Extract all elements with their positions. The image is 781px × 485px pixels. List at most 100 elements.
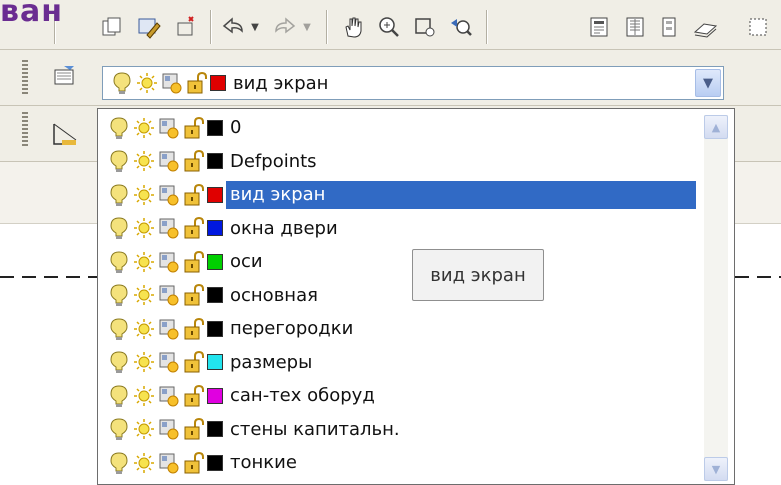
viewport-freeze-icon[interactable]: [158, 250, 180, 274]
bulb-icon[interactable]: [108, 451, 130, 475]
tool-palettes-icon[interactable]: [654, 12, 684, 42]
design-center-icon[interactable]: [620, 12, 650, 42]
bulb-icon[interactable]: [108, 283, 130, 307]
unlock-icon[interactable]: [183, 116, 205, 140]
viewport-freeze-icon[interactable]: [161, 71, 183, 95]
layer-name: размеры: [230, 351, 313, 373]
unlock-icon[interactable]: [186, 71, 208, 95]
bulb-icon[interactable]: [108, 149, 130, 173]
paste-icon[interactable]: [96, 12, 126, 42]
unlock-icon[interactable]: [183, 250, 205, 274]
unlock-icon[interactable]: [183, 183, 205, 207]
viewport-freeze-icon[interactable]: [158, 149, 180, 173]
layer-state-icons: [108, 350, 205, 374]
layer-properties-manager-icon[interactable]: [50, 62, 80, 92]
sun-icon[interactable]: [136, 71, 158, 95]
sun-icon[interactable]: [133, 183, 155, 207]
sun-icon[interactable]: [133, 417, 155, 441]
zoom-window-icon[interactable]: [410, 12, 440, 42]
undo-dropdown-icon[interactable]: ▼: [248, 12, 262, 42]
bulb-icon[interactable]: [111, 71, 133, 95]
sun-icon[interactable]: [133, 384, 155, 408]
layer-list-item[interactable]: перегородки: [108, 313, 696, 344]
sun-icon[interactable]: [133, 250, 155, 274]
bulb-icon[interactable]: [108, 384, 130, 408]
sun-icon[interactable]: [133, 451, 155, 475]
viewport-freeze-icon[interactable]: [158, 384, 180, 408]
layer-list-item[interactable]: сан-тех оборуд: [108, 380, 696, 411]
pan-hand-icon[interactable]: [338, 12, 368, 42]
layer-color-swatch[interactable]: [207, 253, 223, 270]
viewport-freeze-icon[interactable]: [158, 216, 180, 240]
unlock-icon[interactable]: [183, 451, 205, 475]
layer-list-item[interactable]: Defpoints: [108, 146, 696, 177]
viewport-freeze-icon[interactable]: [158, 283, 180, 307]
match-properties-icon[interactable]: [134, 12, 164, 42]
block-editor-icon[interactable]: [172, 12, 202, 42]
viewport-freeze-icon[interactable]: [158, 116, 180, 140]
zoom-previous-icon[interactable]: [446, 12, 476, 42]
unlock-icon[interactable]: [183, 384, 205, 408]
layer-state-icons: [108, 417, 205, 441]
plot-style-icon[interactable]: [50, 120, 80, 150]
redo-icon[interactable]: [270, 12, 300, 42]
layer-color-swatch[interactable]: [207, 153, 223, 169]
undo-icon[interactable]: [218, 12, 248, 42]
unlock-icon[interactable]: [183, 350, 205, 374]
viewport-freeze-icon[interactable]: [158, 183, 180, 207]
bulb-icon[interactable]: [108, 417, 130, 441]
sun-icon[interactable]: [133, 317, 155, 341]
layer-color-swatch[interactable]: [207, 220, 223, 236]
layer-color-swatch[interactable]: [207, 454, 223, 471]
layer-list-item[interactable]: 0: [108, 112, 696, 143]
layer-color-swatch[interactable]: [207, 354, 223, 370]
toolbar-grip[interactable]: [22, 112, 28, 148]
unlock-icon[interactable]: [183, 149, 205, 173]
layer-color-swatch[interactable]: [207, 387, 223, 404]
bulb-icon[interactable]: [108, 350, 130, 374]
layer-color-swatch[interactable]: [207, 287, 223, 303]
layer-list-item[interactable]: тонкие: [108, 447, 696, 478]
zoom-realtime-icon[interactable]: [374, 12, 404, 42]
redo-dropdown-icon[interactable]: ▼: [300, 12, 314, 42]
sun-icon[interactable]: [133, 283, 155, 307]
bulb-icon[interactable]: [108, 250, 130, 274]
unlock-icon[interactable]: [183, 216, 205, 240]
layer-color-swatch[interactable]: [207, 421, 223, 437]
layer-color-swatch[interactable]: [207, 119, 223, 136]
properties-icon[interactable]: [584, 12, 614, 42]
viewport-freeze-icon[interactable]: [158, 317, 180, 341]
bulb-icon[interactable]: [108, 216, 130, 240]
toolbar-separator: [486, 10, 488, 44]
scroll-up-icon[interactable]: ▲: [704, 115, 728, 139]
sun-icon[interactable]: [133, 149, 155, 173]
layer-list-item[interactable]: основная: [108, 280, 696, 311]
unlock-icon[interactable]: [183, 317, 205, 341]
bulb-icon[interactable]: [108, 317, 130, 341]
hidden-line-left: [0, 276, 97, 278]
unlock-icon[interactable]: [183, 417, 205, 441]
toolbar-grip[interactable]: [22, 60, 28, 96]
bulb-icon[interactable]: [108, 183, 130, 207]
sun-icon[interactable]: [133, 350, 155, 374]
scroll-down-icon[interactable]: ▼: [704, 457, 728, 481]
bulb-icon[interactable]: [108, 116, 130, 140]
sun-icon[interactable]: [133, 216, 155, 240]
chevron-down-icon[interactable]: ▼: [695, 69, 721, 97]
layer-list-item[interactable]: вид экран: [108, 179, 696, 210]
sheet-set-icon[interactable]: [690, 12, 720, 42]
viewport-freeze-icon[interactable]: [158, 350, 180, 374]
layer-list-item[interactable]: окна двери: [108, 213, 696, 244]
layer-list-item[interactable]: размеры: [108, 347, 696, 378]
scrollbar[interactable]: ▲ ▼: [704, 115, 728, 481]
markup-icon[interactable]: [742, 12, 772, 42]
sun-icon[interactable]: [133, 116, 155, 140]
layer-color-swatch[interactable]: [207, 186, 223, 203]
layer-list-item[interactable]: оси: [108, 246, 696, 277]
viewport-freeze-icon[interactable]: [158, 417, 180, 441]
layer-combo[interactable]: вид экран ▼: [102, 66, 724, 100]
layer-color-swatch[interactable]: [207, 320, 223, 337]
unlock-icon[interactable]: [183, 283, 205, 307]
viewport-freeze-icon[interactable]: [158, 451, 180, 475]
layer-list-item[interactable]: стены капитальн.: [108, 414, 696, 445]
